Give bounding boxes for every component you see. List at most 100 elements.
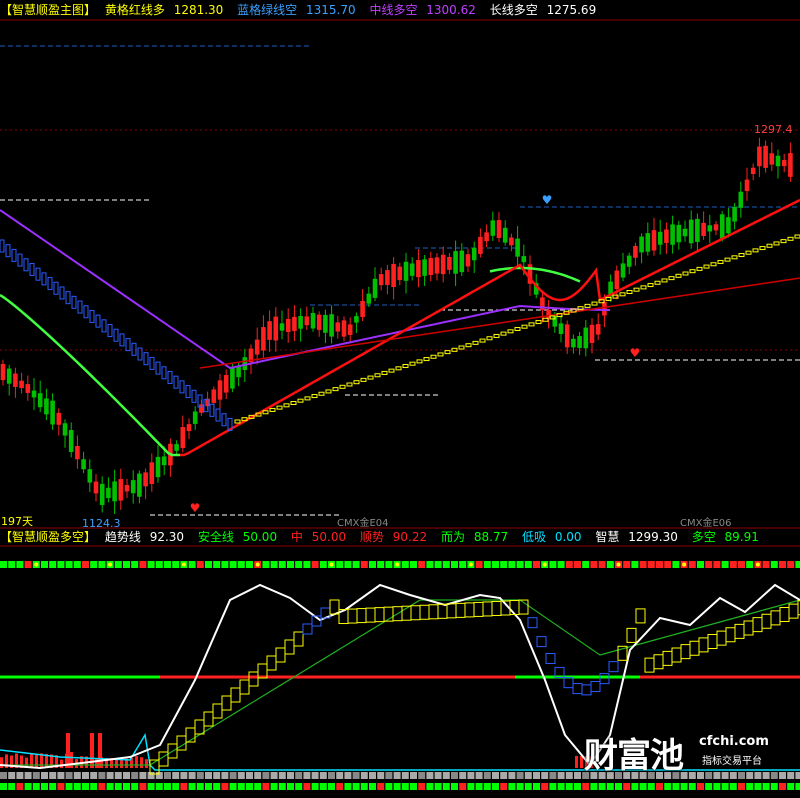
candle-body <box>335 322 341 332</box>
candle-body <box>744 179 750 192</box>
status-cell <box>565 772 573 779</box>
yellow-box <box>402 364 409 368</box>
status-cell <box>401 772 409 779</box>
candle-body <box>118 479 124 501</box>
status-dot <box>542 562 547 567</box>
value: 1299.30 <box>628 530 678 544</box>
status-cell <box>672 561 680 568</box>
blue-box <box>179 380 185 394</box>
yellow-box <box>346 382 353 387</box>
yellow-box <box>682 271 689 276</box>
label: 中 <box>290 530 303 544</box>
status-cell <box>442 772 450 779</box>
candle-body <box>25 384 31 393</box>
blue-box <box>77 300 83 314</box>
status-cell <box>98 783 106 790</box>
candle-body <box>143 472 148 487</box>
candle-body <box>186 424 192 432</box>
status-cell <box>451 561 458 568</box>
blue-box <box>83 305 89 319</box>
status-cell <box>65 561 73 568</box>
status-cell <box>590 561 598 568</box>
label: 顺势 <box>359 530 384 544</box>
status-cell <box>270 561 278 568</box>
status-cell <box>352 772 360 779</box>
candle-body <box>571 338 576 348</box>
blue-box <box>119 333 125 347</box>
blue-box <box>11 248 17 262</box>
status-cell <box>246 561 253 568</box>
yellow-box <box>428 604 439 620</box>
status-cell <box>459 561 467 568</box>
candle-body <box>701 222 706 236</box>
candle-body <box>19 380 24 389</box>
status-cell <box>41 772 48 779</box>
candle-body <box>304 316 310 326</box>
status-cell <box>246 783 253 790</box>
status-cell <box>492 561 499 568</box>
yellow-box <box>731 255 738 260</box>
yellow-box <box>743 620 754 636</box>
status-cell <box>565 561 573 568</box>
status-cell <box>418 783 426 790</box>
sub-indicator-2: 中 50.00 <box>291 530 351 544</box>
status-cell <box>541 772 549 779</box>
candle-body <box>502 227 508 243</box>
status-cell <box>319 561 327 568</box>
status-cell <box>262 772 270 779</box>
volume-bar <box>580 756 583 768</box>
text-layer: ♥♥♥1297.41124.3197天 CMX金E04 CMX金E06 <box>1 123 793 530</box>
yellow-box <box>276 405 283 410</box>
status-cell <box>229 783 237 790</box>
status-cell <box>57 783 65 790</box>
status-cell <box>483 772 491 779</box>
watermark-url: cfchi.com <box>699 734 769 749</box>
yellow-box <box>556 313 563 318</box>
status-cell <box>705 783 713 790</box>
status-cell <box>713 561 721 568</box>
yellow-box <box>716 630 727 646</box>
main-title: 【智慧顺盈主图】 <box>0 3 97 17</box>
status-cell <box>442 561 450 568</box>
candle-body <box>521 256 527 263</box>
status-cell <box>574 561 581 568</box>
status-cell <box>401 561 409 568</box>
blue-box <box>563 677 574 689</box>
yellow-box <box>644 657 655 673</box>
status-cell <box>434 783 442 790</box>
yellow-box <box>304 396 311 401</box>
status-cell <box>795 783 800 790</box>
candle-body <box>285 318 291 332</box>
status-cell <box>574 772 581 779</box>
candle-body <box>564 324 570 348</box>
yellow-box <box>725 627 736 643</box>
status-cell <box>615 783 622 790</box>
yellow-box <box>221 695 232 711</box>
status-cell <box>459 772 467 779</box>
status-cell <box>516 783 524 790</box>
status-cell <box>795 561 800 568</box>
status-cell <box>287 783 294 790</box>
high-label: 1297.4 <box>754 123 793 136</box>
yellow-box <box>661 278 668 283</box>
candle-body <box>199 404 204 413</box>
yellow-box <box>535 320 542 325</box>
yellow-box <box>266 655 277 671</box>
status-cell <box>533 561 540 568</box>
status-cell <box>762 772 770 779</box>
status-cell <box>393 772 401 779</box>
status-cell <box>270 772 278 779</box>
status-cell <box>254 783 262 790</box>
candle-body <box>93 481 99 494</box>
blue-box <box>53 281 59 295</box>
volume-bar <box>60 759 63 768</box>
status-cell <box>508 561 516 568</box>
status-cell <box>705 561 713 568</box>
yellow-box <box>626 627 637 643</box>
value: 88.77 <box>473 530 509 544</box>
blue-box <box>536 636 547 648</box>
candle-body <box>130 480 136 494</box>
status-cell <box>377 772 385 779</box>
status-cell <box>16 783 24 790</box>
status-cell <box>328 783 335 790</box>
